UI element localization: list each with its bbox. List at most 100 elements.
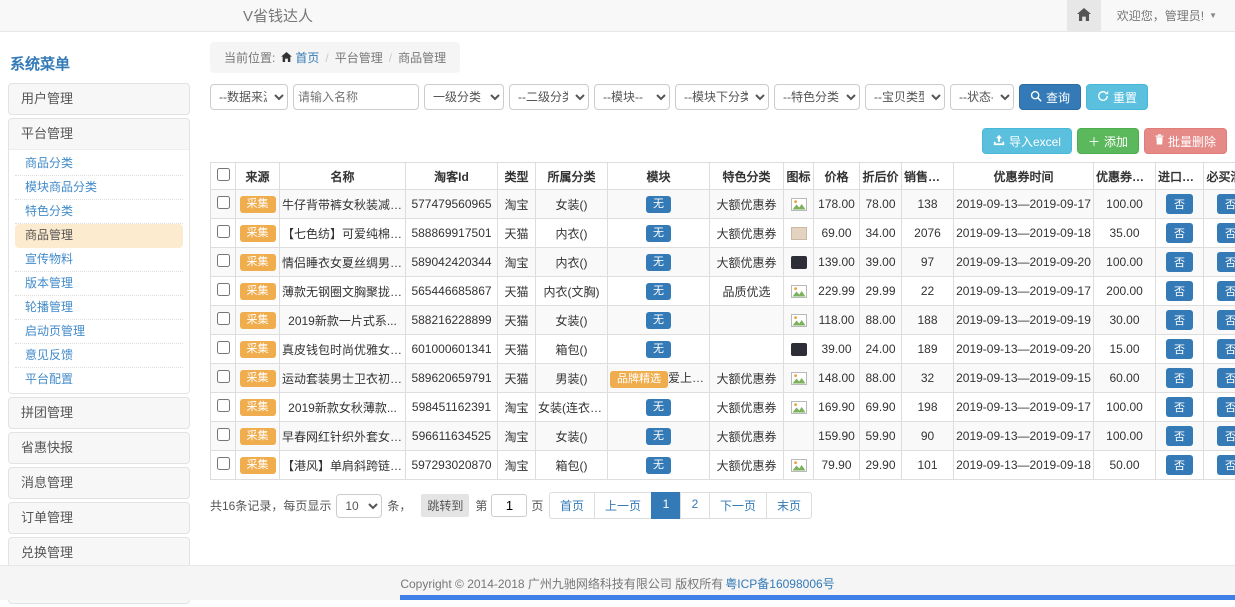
page-button[interactable]: 上一页 xyxy=(594,492,652,519)
page-button[interactable]: 末页 xyxy=(766,492,812,519)
import-select-toggle[interactable]: 否 xyxy=(1166,223,1193,243)
special-category: 大额优惠券 xyxy=(710,422,784,451)
name-search-input[interactable] xyxy=(293,84,419,110)
sidebar-item[interactable]: 意见反馈 xyxy=(15,344,183,368)
filter-level1-category[interactable]: 一级分类 xyxy=(424,84,504,110)
must-buy-toggle[interactable]: 否 xyxy=(1217,368,1235,388)
page-button[interactable]: 1 xyxy=(651,492,681,519)
sidebar-item[interactable]: 版本管理 xyxy=(15,272,183,296)
sales-count: 22 xyxy=(902,277,954,306)
breadcrumb-home-link[interactable]: 首页 xyxy=(281,49,319,66)
row-checkbox[interactable] xyxy=(217,457,230,470)
import-excel-button[interactable]: 导入excel xyxy=(982,128,1072,154)
sales-count: 97 xyxy=(902,248,954,277)
filter-special-category[interactable]: --特色分类-- xyxy=(774,84,860,110)
import-select-toggle[interactable]: 否 xyxy=(1166,194,1193,214)
sidebar-item[interactable]: 启动页管理 xyxy=(15,320,183,344)
sidebar-item[interactable]: 平台配置 xyxy=(15,368,183,391)
row-checkbox[interactable] xyxy=(217,196,230,209)
source-badge: 采集 xyxy=(240,196,276,213)
import-select-toggle[interactable]: 否 xyxy=(1166,368,1193,388)
sidebar-section[interactable]: 兑换管理 xyxy=(9,538,189,568)
icon-cell xyxy=(784,277,814,306)
must-buy-toggle[interactable]: 否 xyxy=(1217,223,1235,243)
product-thumbnail xyxy=(791,227,807,240)
sidebar-item[interactable]: 商品分类 xyxy=(15,152,183,176)
import-select-toggle[interactable]: 否 xyxy=(1166,397,1193,417)
row-checkbox[interactable] xyxy=(217,370,230,383)
sidebar-section[interactable]: 用户管理 xyxy=(9,84,189,114)
product-category: 内衣() xyxy=(536,248,608,277)
product-name: 【七色纺】可爱纯棉家... xyxy=(280,219,406,248)
per-page-select[interactable]: 10 xyxy=(336,494,382,518)
must-buy-toggle[interactable]: 否 xyxy=(1217,310,1235,330)
row-checkbox[interactable] xyxy=(217,399,230,412)
import-select-toggle[interactable]: 否 xyxy=(1166,252,1193,272)
product-category: 女装(连衣裙) xyxy=(536,393,608,422)
import-select-toggle[interactable]: 否 xyxy=(1166,339,1193,359)
jump-page-input[interactable] xyxy=(491,494,527,517)
product-type: 淘宝 xyxy=(498,422,536,451)
must-buy-toggle[interactable]: 否 xyxy=(1217,339,1235,359)
broken-image-icon xyxy=(791,401,807,414)
row-checkbox[interactable] xyxy=(217,341,230,354)
discount-price: 59.90 xyxy=(860,422,902,451)
sidebar-item[interactable]: 商品管理 xyxy=(15,224,183,248)
filter-item-type[interactable]: --宝贝类型-- xyxy=(865,84,945,110)
batch-delete-button[interactable]: 批量删除 xyxy=(1144,128,1227,154)
must-buy-toggle[interactable]: 否 xyxy=(1217,397,1235,417)
must-buy-toggle[interactable]: 否 xyxy=(1217,455,1235,475)
row-checkbox[interactable] xyxy=(217,428,230,441)
reset-button[interactable]: 重置 xyxy=(1086,84,1148,110)
row-checkbox[interactable] xyxy=(217,225,230,238)
home-button[interactable] xyxy=(1067,0,1101,31)
sidebar-section[interactable]: 省惠快报 xyxy=(9,433,189,463)
sales-count: 101 xyxy=(902,451,954,480)
add-button[interactable]: ＋ 添加 xyxy=(1077,128,1139,154)
breadcrumb-level3: 商品管理 xyxy=(398,49,446,66)
sales-count: 90 xyxy=(902,422,954,451)
filter-module[interactable]: --模块-- xyxy=(594,84,670,110)
module-cell: 无 xyxy=(608,277,710,306)
broken-image-icon xyxy=(791,372,807,385)
top-navbar: V省钱达人 欢迎您，管理员! ▼ xyxy=(0,0,1235,32)
filter-status[interactable]: --状态-- xyxy=(950,84,1014,110)
page-button[interactable]: 首页 xyxy=(549,492,595,519)
sidebar-section[interactable]: 订单管理 xyxy=(9,503,189,533)
filter-module-subcategory[interactable]: --模块下分类-- xyxy=(675,84,769,110)
must-buy-toggle[interactable]: 否 xyxy=(1217,426,1235,446)
must-buy-toggle[interactable]: 否 xyxy=(1217,281,1235,301)
filter-level2-category[interactable]: --二级分类-- xyxy=(509,84,589,110)
sidebar-section[interactable]: 消息管理 xyxy=(9,468,189,498)
import-select-toggle[interactable]: 否 xyxy=(1166,310,1193,330)
sidebar-item[interactable]: 宣传物料 xyxy=(15,248,183,272)
sidebar-item[interactable]: 特色分类 xyxy=(15,200,183,224)
filter-data-source[interactable]: --数据来源-- xyxy=(210,84,288,110)
row-checkbox[interactable] xyxy=(217,254,230,267)
discount-price: 69.90 xyxy=(860,393,902,422)
import-select-toggle[interactable]: 否 xyxy=(1166,426,1193,446)
must-buy-toggle[interactable]: 否 xyxy=(1217,252,1235,272)
sidebar-section[interactable]: 拼团管理 xyxy=(9,398,189,428)
module-cell: 品牌精选爱上运动 xyxy=(608,364,710,393)
page-button[interactable]: 2 xyxy=(680,492,710,519)
user-menu[interactable]: 欢迎您，管理员! ▼ xyxy=(1101,7,1235,24)
source-badge: 采集 xyxy=(240,341,276,358)
special-category xyxy=(710,335,784,364)
row-checkbox[interactable] xyxy=(217,283,230,296)
icp-link[interactable]: 粤ICP备16098006号 xyxy=(725,575,834,592)
import-select-toggle[interactable]: 否 xyxy=(1166,281,1193,301)
coupon-time: 2019-09-13—2019-09-17 xyxy=(954,190,1094,219)
import-select-toggle[interactable]: 否 xyxy=(1166,455,1193,475)
must-buy-toggle[interactable]: 否 xyxy=(1217,194,1235,214)
sidebar-item[interactable]: 轮播管理 xyxy=(15,296,183,320)
coupon-amount: 100.00 xyxy=(1094,393,1156,422)
row-checkbox[interactable] xyxy=(217,312,230,325)
search-button[interactable]: 查询 xyxy=(1019,84,1081,110)
module-none-badge: 无 xyxy=(646,428,671,445)
sidebar-section[interactable]: 平台管理 xyxy=(9,119,189,149)
page-button[interactable]: 下一页 xyxy=(709,492,767,519)
sales-count: 188 xyxy=(902,306,954,335)
sidebar-item[interactable]: 模块商品分类 xyxy=(15,176,183,200)
select-all-checkbox[interactable] xyxy=(217,168,230,181)
